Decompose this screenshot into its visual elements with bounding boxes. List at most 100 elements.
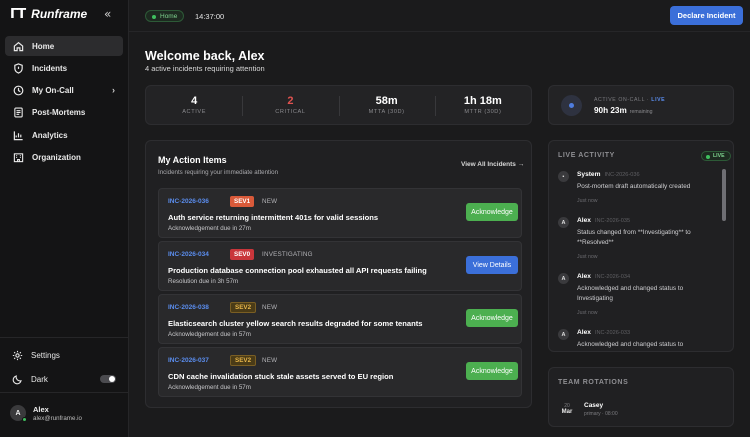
avatar: A <box>10 405 27 422</box>
sidebar: ГТ Runframe « Home Incidents My On-Call … <box>0 0 129 437</box>
sidebar-item-organization[interactable]: Organization <box>5 147 123 167</box>
view-all-incidents-link[interactable]: View All Incidents → <box>461 161 524 168</box>
on-call-label: ACTIVE ON-CALL · LIVE <box>594 97 665 103</box>
status-badge: NEW <box>262 357 278 364</box>
sidebar-item-label: Home <box>32 41 55 51</box>
incident-ref-link[interactable]: INC-2026-035 <box>595 218 630 224</box>
rotation-role: primary · 08:00 <box>584 411 618 417</box>
action-items-subtitle: Incidents requiring your immediate atten… <box>158 169 279 176</box>
home-icon <box>12 40 24 52</box>
sidebar-item-label: My On-Call <box>32 86 74 96</box>
incident-id-link[interactable]: INC-2026-036 <box>168 198 209 205</box>
sidebar-item-incidents[interactable]: Incidents <box>5 58 123 78</box>
moon-icon <box>12 374 22 384</box>
stat-label: CRITICAL <box>275 109 306 115</box>
action-items-title: My Action Items <box>158 155 227 165</box>
activity-actor: System INC-2026-036 <box>577 171 640 178</box>
stat-mttr: 1h 18m MTTR (30D) <box>434 86 531 124</box>
sidebar-nav: Home Incidents My On-Call › Post-Mortems… <box>5 36 123 170</box>
incident-id-link[interactable]: INC-2026-038 <box>168 304 209 311</box>
stats-panel: 4 ACTIVE 2 CRITICAL 58m MTTA (30D) 1h 18… <box>145 85 532 125</box>
on-call-title: ACTIVE ON-CALL <box>594 97 645 103</box>
user-email: alex@runframe.io <box>33 415 82 422</box>
separator: · <box>646 97 650 103</box>
sidebar-item-label: Organization <box>32 152 81 162</box>
rotation-month: Mar <box>561 409 573 415</box>
building-icon <box>12 151 24 163</box>
remaining-label: remaining <box>629 109 653 115</box>
acknowledge-button[interactable]: Acknowledge <box>466 309 518 327</box>
stat-label: MTTR (30D) <box>464 109 502 115</box>
actor-name: Alex <box>577 329 591 336</box>
top-bar: Home 14:37:00 Declare Incident <box>129 0 750 32</box>
sidebar-item-post-mortems[interactable]: Post-Mortems <box>5 103 123 123</box>
action-items-panel: My Action Items Incidents requiring your… <box>145 140 532 408</box>
sidebar-item-my-on-call[interactable]: My On-Call › <box>5 81 123 101</box>
incident-due: Acknowledgement due in 27m <box>168 225 251 232</box>
declare-incident-button[interactable]: Declare Incident <box>670 6 743 25</box>
settings-label: Settings <box>31 350 60 360</box>
actor-name: System <box>577 171 601 178</box>
incident-due: Acknowledgement due in 57m <box>168 331 251 338</box>
brand[interactable]: ГТ Runframe <box>10 7 87 22</box>
incident-card[interactable]: INC-2026-034 SEV0 INVESTIGATING Producti… <box>158 241 522 291</box>
chevron-right-icon: › <box>112 84 115 95</box>
incident-card[interactable]: INC-2026-038 SEV2 NEW Elasticsearch clus… <box>158 294 522 344</box>
activity-actor: Alex INC-2026-033 <box>577 329 630 336</box>
actor-name: Alex <box>577 273 591 280</box>
incident-ref-link[interactable]: INC-2026-036 <box>604 172 639 178</box>
activity-message: Status changed from **Investigating** to… <box>577 229 691 246</box>
acknowledge-button[interactable]: Acknowledge <box>466 362 518 380</box>
page-subtitle: 4 active incidents requiring attention <box>145 64 265 73</box>
current-page-badge: Home <box>145 10 185 22</box>
gear-icon <box>12 350 23 360</box>
incident-ref-link[interactable]: INC-2026-034 <box>595 274 630 280</box>
activity-message: Acknowledged and changed status to Inves… <box>577 285 684 302</box>
theme-toggle[interactable] <box>100 375 116 383</box>
user-name: Alex <box>33 405 49 414</box>
activity-actor: Alex INC-2026-035 <box>577 217 630 224</box>
incident-ref-link[interactable]: INC-2026-033 <box>595 330 630 336</box>
user-profile[interactable]: A Alex alex@runframe.io <box>0 392 129 437</box>
system-avatar-icon: ▪ <box>558 171 569 182</box>
incident-due: Resolution due in 3h 57m <box>168 278 239 285</box>
rotation-person[interactable]: Casey <box>584 402 603 409</box>
acknowledge-button[interactable]: Acknowledge <box>466 203 518 221</box>
sidebar-item-analytics[interactable]: Analytics <box>5 125 123 145</box>
stat-critical: 2 CRITICAL <box>242 86 338 124</box>
stat-value: 1h 18m <box>463 95 502 107</box>
sidebar-footer: Settings Dark <box>0 337 129 392</box>
team-rotations-panel: TEAM ROTATIONS 20 Mar Casey primary · 08… <box>548 367 734 427</box>
on-call-status-icon <box>561 95 582 116</box>
live-activity-title: LIVE ACTIVITY <box>558 152 615 159</box>
on-call-remaining: 90h 23m remaining <box>594 106 653 115</box>
severity-badge: SEV2 <box>230 355 257 366</box>
live-activity-panel: LIVE ACTIVITY LIVE ▪ System INC-2026-036 … <box>548 140 734 352</box>
incident-card[interactable]: INC-2026-036 SEV1 NEW Auth service retur… <box>158 188 522 238</box>
incident-card[interactable]: INC-2026-037 SEV2 NEW CDN cache invalida… <box>158 347 522 397</box>
sidebar-item-label: Incidents <box>32 63 68 73</box>
live-indicator: LIVE <box>651 97 666 103</box>
activity-scrollbar[interactable] <box>722 169 726 221</box>
stat-value: 4 <box>191 95 198 107</box>
severity-badge: SEV2 <box>230 302 257 313</box>
sidebar-item-home[interactable]: Home <box>5 36 123 56</box>
on-call-card[interactable]: ACTIVE ON-CALL · LIVE 90h 23m remaining <box>548 85 734 125</box>
stat-label: ACTIVE <box>182 109 207 115</box>
avatar-initial: A <box>15 409 21 417</box>
incident-id-link[interactable]: INC-2026-037 <box>168 357 209 364</box>
theme-label: Dark <box>31 374 48 384</box>
incident-id-link[interactable]: INC-2026-034 <box>168 251 209 258</box>
view-details-button[interactable]: View Details <box>466 256 518 274</box>
incident-title: CDN cache invalidation stuck stale asset… <box>168 372 394 381</box>
on-call-time: 90h 23m <box>594 106 627 115</box>
sidebar-item-label: Analytics <box>32 130 68 140</box>
severity-badge: SEV1 <box>230 196 255 207</box>
collapse-sidebar-icon[interactable]: « <box>104 7 111 21</box>
activity-actor: Alex INC-2026-034 <box>577 273 630 280</box>
stat-label: MTTA (30D) <box>368 109 405 115</box>
document-icon <box>12 107 24 119</box>
avatar: A <box>558 273 569 284</box>
settings-link[interactable]: Settings <box>12 348 60 362</box>
clock-icon <box>12 85 24 97</box>
